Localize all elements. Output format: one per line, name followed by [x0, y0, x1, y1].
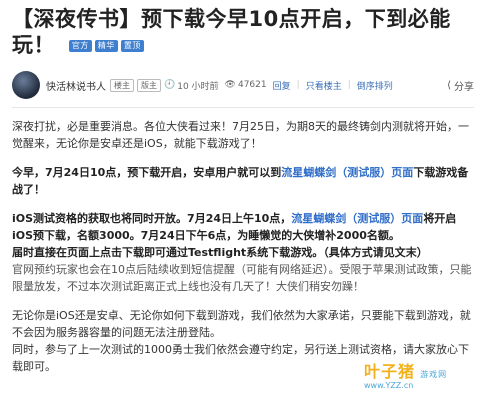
tag-pinned: 置顶 [120, 40, 144, 52]
watermark-sub: 游戏网 [420, 370, 448, 379]
article-title-line2: 玩！ [12, 33, 55, 57]
paragraph-sms: 官网预约玩家也会在10点后陆续收到短信提醒（可能有网络延迟）。受限于苹果测试政策… [12, 263, 472, 293]
view-count: 👁 47621 [225, 80, 267, 90]
paragraph-android: 今早，7月24日10点，预下载开启，安卓用户就可以到流星蝴蝶剑（测试服）页面下载… [12, 164, 474, 198]
test-server-link-1[interactable]: 流星蝴蝶剑（测试服）页面 [281, 166, 413, 179]
eye-icon: 👁 [224, 80, 236, 90]
test-server-link-2[interactable]: 流星蝴蝶剑（测试服）页面 [291, 212, 423, 225]
reverse-order-link[interactable]: 倒序排列 [357, 79, 393, 92]
paragraph-promise: 无论你是iOS还是安卓、无论你如何下载到游戏，我们依然为大家承诺，只要能下载到游… [12, 309, 471, 339]
android-text-1: 今早，7月24日10点，预下载开启，安卓用户就可以到 [12, 166, 282, 179]
share-button[interactable]: ⟨ 分享 [447, 78, 474, 93]
post-meta: 快活林说书人 楼主 版主 🕘 10 小时前 👁 47621 回复 | 只看楼主 … [12, 68, 474, 102]
tag-official: 官方 [68, 40, 92, 52]
divider [12, 107, 474, 108]
badge-moderator: 版主 [137, 78, 161, 92]
title-tags: 官方 精华 置顶 [68, 40, 144, 52]
clock-icon: 🕘 [164, 80, 176, 90]
paragraph-ios: iOS测试资格的获取也将同时开放。7月24日上午10点，流星蝴蝶剑（测试服）页面… [12, 210, 474, 244]
watermark-brand: 叶子猪 [364, 362, 416, 381]
article-title-line1: 【深夜传书】预下载今早10点开启，下到必能 [12, 7, 451, 31]
ios-text-1: iOS测试资格的获取也将同时开放。7月24日上午10点， [12, 212, 292, 225]
view-count-text: 47621 [237, 80, 267, 90]
post-content: 深夜打扰，必是重要消息。各位大侠看过来！7月25日，为期8天的最终铸剑内测就将开… [12, 118, 474, 375]
separator-1: | [296, 80, 300, 90]
watermark-top: 叶子猪 游戏网 [364, 362, 476, 381]
article-title: 【深夜传书】预下载今早10点开启，下到必能 玩！ 官方 精华 置顶 [12, 6, 474, 58]
share-label: 分享 [454, 82, 474, 93]
watermark-url: www.YZZ.cn [364, 381, 414, 390]
post-time-text: 10 小时前 [177, 81, 219, 92]
post-time: 🕘 10 小时前 [164, 79, 219, 92]
separator-2: | [347, 80, 351, 90]
only-owner-link[interactable]: 只看楼主 [306, 79, 342, 92]
author-name[interactable]: 快活林说书人 [46, 78, 106, 93]
site-watermark: 叶子猪 游戏网 www.YZZ.cn [364, 362, 476, 394]
tag-featured: 精华 [94, 40, 118, 52]
paragraph-intro: 深夜打扰，必是重要消息。各位大侠看过来！7月25日，为期8天的最终铸剑内测就将开… [12, 120, 469, 150]
paragraph-testflight: 届时直接在页面上点击下载即可通过Testflight系统下载游戏。（具体方式请见… [12, 246, 428, 259]
badge-owner: 楼主 [110, 78, 134, 92]
reply-link[interactable]: 回复 [273, 79, 291, 92]
share-icon: ⟨ [447, 80, 451, 91]
avatar[interactable] [12, 71, 40, 99]
